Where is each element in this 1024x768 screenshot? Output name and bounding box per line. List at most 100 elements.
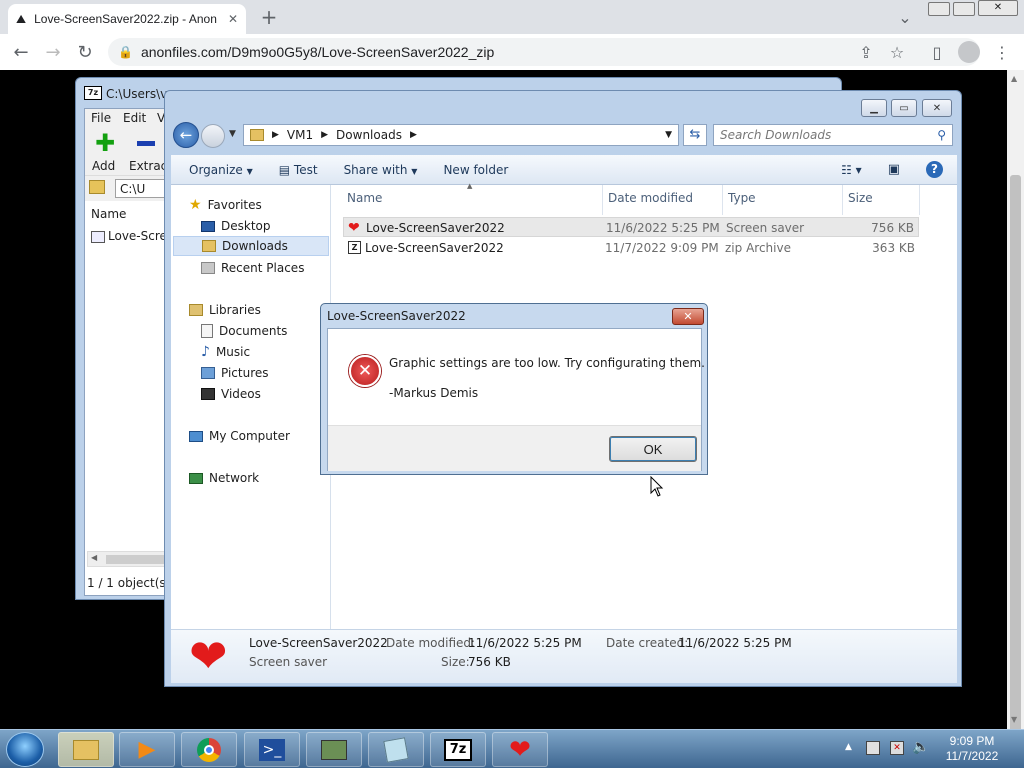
bookmark-star-icon[interactable]: ☆ (884, 39, 910, 65)
col-header-size[interactable]: Size (848, 191, 873, 205)
new-tab-icon[interactable]: + (256, 4, 282, 30)
breadcrumb-arrow-icon[interactable]: ▶ (321, 130, 328, 140)
dialog-close-button[interactable]: ✕ (672, 308, 704, 325)
nav-libraries-label: Libraries (209, 303, 261, 317)
nav-pictures[interactable]: Pictures (201, 363, 269, 383)
tray-flag-icon[interactable] (866, 741, 880, 755)
media-player-taskbar-icon[interactable]: ▶ (119, 732, 175, 767)
start-orb-icon[interactable] (6, 732, 44, 767)
share-with-button[interactable]: Share with ▼ (344, 163, 418, 177)
notepad-taskbar-icon[interactable] (368, 732, 424, 767)
navigation-pane: ★ Favorites Desktop Downloads Recent Plac… (171, 185, 331, 629)
extract-minus-icon[interactable] (137, 141, 155, 146)
heart-taskbar-glyph: ❤ (509, 734, 531, 765)
profile-avatar[interactable] (958, 41, 980, 63)
explorer-address-bar[interactable]: ▶ VM1 ▶ Downloads ▶ ▼ (243, 124, 679, 146)
col-divider[interactable] (842, 185, 843, 215)
help-icon[interactable]: ? (926, 161, 943, 178)
menu-kebab-icon[interactable]: ⋮ (989, 39, 1015, 65)
restore-button[interactable] (953, 2, 975, 16)
col-divider[interactable] (722, 185, 723, 215)
view-options-icon[interactable]: ☷ ▾ (841, 163, 862, 177)
large-heart-icon: ❤ (189, 629, 228, 683)
col-divider[interactable] (602, 185, 603, 215)
7zip-taskbar-icon[interactable]: 7z (430, 732, 486, 767)
share-icon[interactable]: ⇪ (853, 39, 879, 65)
7zip-col-name[interactable]: Name (91, 207, 126, 221)
minimize-button[interactable] (928, 2, 950, 16)
search-downloads-input[interactable]: Search Downloads ⚲ (713, 124, 953, 146)
dialog-body: ✕ Graphic settings are too low. Try conf… (327, 328, 705, 471)
folder-up-icon[interactable] (89, 180, 105, 194)
file-row[interactable]: Z Love-ScreenSaver2022 11/7/2022 9:09 PM… (343, 238, 919, 258)
add-plus-icon[interactable]: ✚ (95, 131, 115, 155)
dialog-message: Graphic settings are too low. Try config… (389, 356, 705, 370)
nav-downloads[interactable]: Downloads (173, 236, 329, 256)
preview-pane-icon[interactable]: ▣ (888, 162, 900, 177)
nav-recent-places[interactable]: Recent Places (201, 258, 304, 278)
forward-arrow-icon[interactable] (201, 124, 225, 148)
col-divider[interactable] (919, 185, 920, 215)
close-tab-icon[interactable]: ✕ (228, 12, 238, 26)
organize-button[interactable]: Organize ▼ (189, 163, 253, 177)
explorer-taskbar-icon[interactable] (58, 732, 114, 767)
powershell-taskbar-icon[interactable]: >_ (244, 732, 300, 767)
scroll-left-icon[interactable]: ◀ (91, 553, 97, 562)
nav-favorites[interactable]: ★ Favorites (189, 195, 262, 215)
show-hidden-icons[interactable]: ▲ (845, 742, 852, 752)
back-arrow-icon[interactable]: ← (173, 122, 199, 148)
explorer-minimize-button[interactable]: ▁ (861, 99, 887, 117)
recent-pages-chevron-icon[interactable]: ▼ (229, 129, 236, 139)
refresh-icon[interactable]: ⇆ (683, 124, 707, 146)
ok-button[interactable]: OK (609, 436, 697, 462)
close-window-button[interactable]: ✕ (978, 0, 1018, 16)
test-button[interactable]: ▤ Test (279, 163, 318, 177)
nav-documents[interactable]: Documents (201, 321, 287, 341)
nav-libraries[interactable]: Libraries (189, 300, 261, 320)
monitor-glyph (321, 739, 347, 760)
file-row[interactable]: ❤ Love-ScreenSaver2022 11/6/2022 5:25 PM… (343, 217, 919, 237)
chrome-taskbar-icon[interactable] (181, 732, 237, 767)
browser-tab[interactable]: ⛰ Love-ScreenSaver2022.zip - Anon ✕ (8, 4, 246, 34)
forward-icon[interactable]: → (40, 39, 66, 65)
reload-icon[interactable]: ↻ (72, 39, 98, 65)
explorer-maximize-button[interactable]: ▭ (891, 99, 917, 117)
tray-volume-icon[interactable]: 🔈 (912, 739, 929, 755)
details-created-label: Date created: (606, 636, 689, 650)
nav-music[interactable]: ♪ Music (201, 342, 250, 362)
add-button-label[interactable]: Add (92, 159, 115, 173)
breadcrumb-vm1[interactable]: VM1 (287, 128, 313, 142)
breadcrumb-downloads[interactable]: Downloads (336, 128, 402, 142)
nav-desktop[interactable]: Desktop (201, 216, 271, 236)
windows-taskbar: ▶ >_ 7z ❤ ▲ ✕ 🔈 9:09 PM 11/7/2022 (0, 729, 1024, 768)
details-name: Love-ScreenSaver2022 (249, 636, 388, 650)
col-header-type[interactable]: Type (728, 191, 756, 205)
scroll-thumb[interactable] (1010, 175, 1021, 768)
taskbar-clock[interactable]: 9:09 PM 11/7/2022 (930, 734, 1014, 764)
address-bar[interactable]: 🔒 anonfiles.com/D9m9o0G5y8/Love-ScreenSa… (108, 38, 980, 66)
back-icon[interactable]: ← (8, 39, 34, 65)
explorer-close-button[interactable]: ✕ (922, 99, 952, 117)
breadcrumb-arrow-icon[interactable]: ▶ (272, 130, 279, 140)
page-scrollbar[interactable]: ▲ ▼ (1007, 70, 1024, 768)
nav-videos[interactable]: Videos (201, 384, 261, 404)
col-header-name[interactable]: Name (347, 191, 382, 205)
7zip-hscrollbar[interactable]: ◀ (87, 551, 167, 567)
scroll-down-icon[interactable]: ▼ (1011, 715, 1017, 724)
sidebar-icon[interactable]: ▯ (924, 39, 950, 65)
7zip-hscroll-thumb[interactable] (106, 555, 166, 564)
tab-search-icon[interactable]: ⌄ (892, 4, 918, 30)
nav-my-computer[interactable]: My Computer (189, 426, 290, 446)
new-folder-button[interactable]: New folder (443, 163, 508, 177)
breadcrumb-arrow-icon[interactable]: ▶ (410, 130, 417, 140)
col-header-date[interactable]: Date modified (608, 191, 693, 205)
address-dropdown-icon[interactable]: ▼ (665, 130, 672, 140)
screensaver-taskbar-icon[interactable]: ❤ (492, 732, 548, 767)
nav-network[interactable]: Network (189, 468, 259, 488)
tray-network-icon[interactable]: ✕ (890, 741, 904, 755)
scroll-up-icon[interactable]: ▲ (1011, 74, 1017, 83)
menu-file[interactable]: File (91, 111, 111, 125)
file-size: 756 KB (871, 221, 914, 235)
network-monitor-taskbar-icon[interactable] (306, 732, 362, 767)
menu-edit[interactable]: Edit (123, 111, 146, 125)
